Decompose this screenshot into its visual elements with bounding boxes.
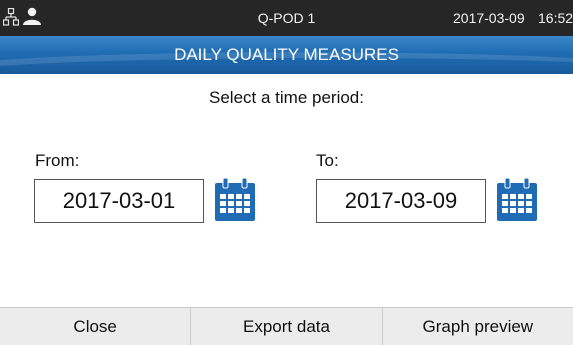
- status-time: 16:52: [538, 10, 573, 26]
- from-label: From:: [35, 151, 80, 170]
- time-period-prompt: Select a time period:: [209, 88, 364, 107]
- to-label: To:: [316, 151, 339, 170]
- status-bar: Q-POD 1 2017-03-09 16:52: [0, 0, 573, 36]
- export-data-button[interactable]: Export data: [191, 308, 383, 345]
- calendar-icon: [215, 177, 255, 221]
- close-button[interactable]: Close: [0, 308, 192, 345]
- page-title: DAILY QUALITY MEASURES: [174, 45, 399, 64]
- from-calendar-button[interactable]: [213, 177, 257, 223]
- page-header: DAILY QUALITY MEASURES: [0, 36, 573, 74]
- to-date-field[interactable]: 2017-03-09: [316, 179, 486, 223]
- calendar-icon: [497, 177, 537, 221]
- status-date: 2017-03-09: [453, 10, 525, 26]
- to-calendar-button[interactable]: [495, 177, 539, 223]
- from-date-field[interactable]: 2017-03-01: [34, 179, 204, 223]
- graph-preview-button[interactable]: Graph preview: [383, 308, 573, 345]
- bottom-action-bar: Close Export data Graph preview: [0, 307, 573, 345]
